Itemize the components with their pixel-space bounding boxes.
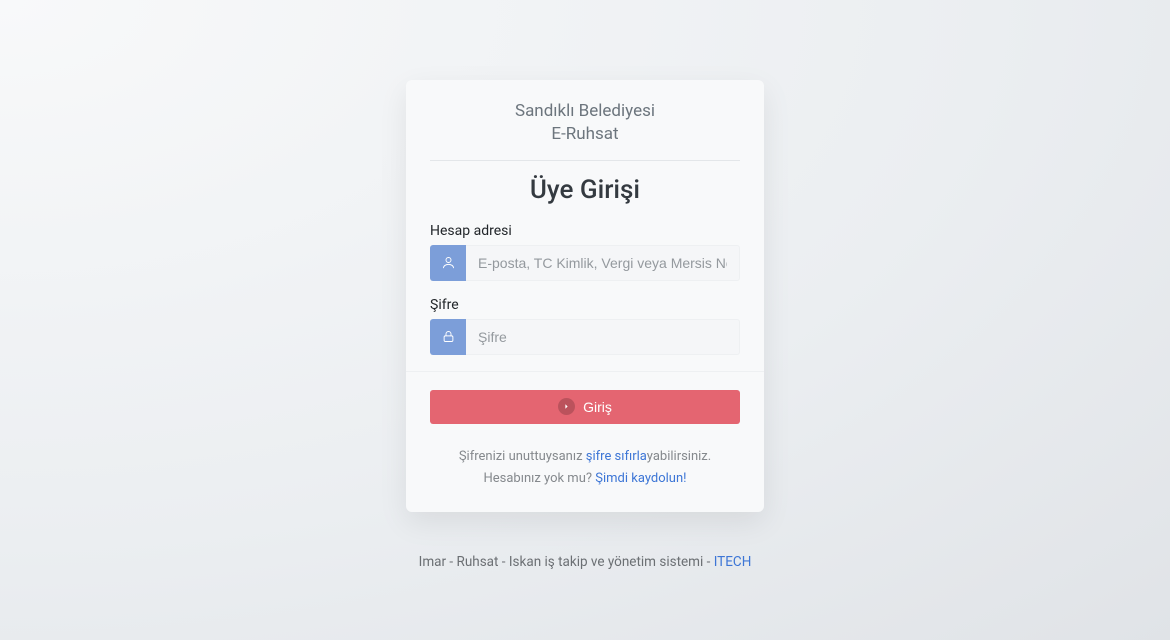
- account-label: Hesap adresi: [430, 223, 740, 239]
- forgot-post: yabilirsiniz.: [647, 449, 711, 464]
- footer-link[interactable]: ITECH: [714, 554, 752, 570]
- signup-link[interactable]: Şimdi kaydolun!: [595, 471, 686, 486]
- brand-line2: E-Ruhsat: [551, 124, 618, 144]
- divider: [430, 160, 740, 161]
- password-label: Şifre: [430, 297, 740, 313]
- signup-pre: Hesabınız yok mu?: [483, 471, 595, 486]
- form-divider: [406, 371, 764, 372]
- password-input-group: [430, 319, 740, 355]
- password-input[interactable]: [466, 319, 740, 355]
- brand-title: Sandıklı Belediyesi E-Ruhsat: [430, 100, 740, 160]
- login-button-label: Giriş: [583, 399, 612, 415]
- forgot-password-link[interactable]: şifre sıfırla: [586, 449, 647, 464]
- lock-icon: [430, 319, 466, 355]
- user-icon: [430, 245, 466, 281]
- footer-text: Imar - Ruhsat - Iskan iş takip ve yöneti…: [419, 554, 714, 570]
- arrow-right-icon: [558, 398, 575, 415]
- account-input[interactable]: [466, 245, 740, 281]
- login-card: Sandıklı Belediyesi E-Ruhsat Üye Girişi …: [406, 80, 764, 512]
- footer: Imar - Ruhsat - Iskan iş takip ve yöneti…: [419, 554, 752, 570]
- brand-line1: Sandıklı Belediyesi: [515, 101, 655, 121]
- page-title: Üye Girişi: [430, 175, 740, 205]
- login-button[interactable]: Giriş: [430, 390, 740, 424]
- helper-text: Şifrenizi unuttuysanız şifre sıfırlayabi…: [430, 446, 740, 490]
- forgot-pre: Şifrenizi unuttuysanız: [459, 449, 586, 464]
- account-input-group: [430, 245, 740, 281]
